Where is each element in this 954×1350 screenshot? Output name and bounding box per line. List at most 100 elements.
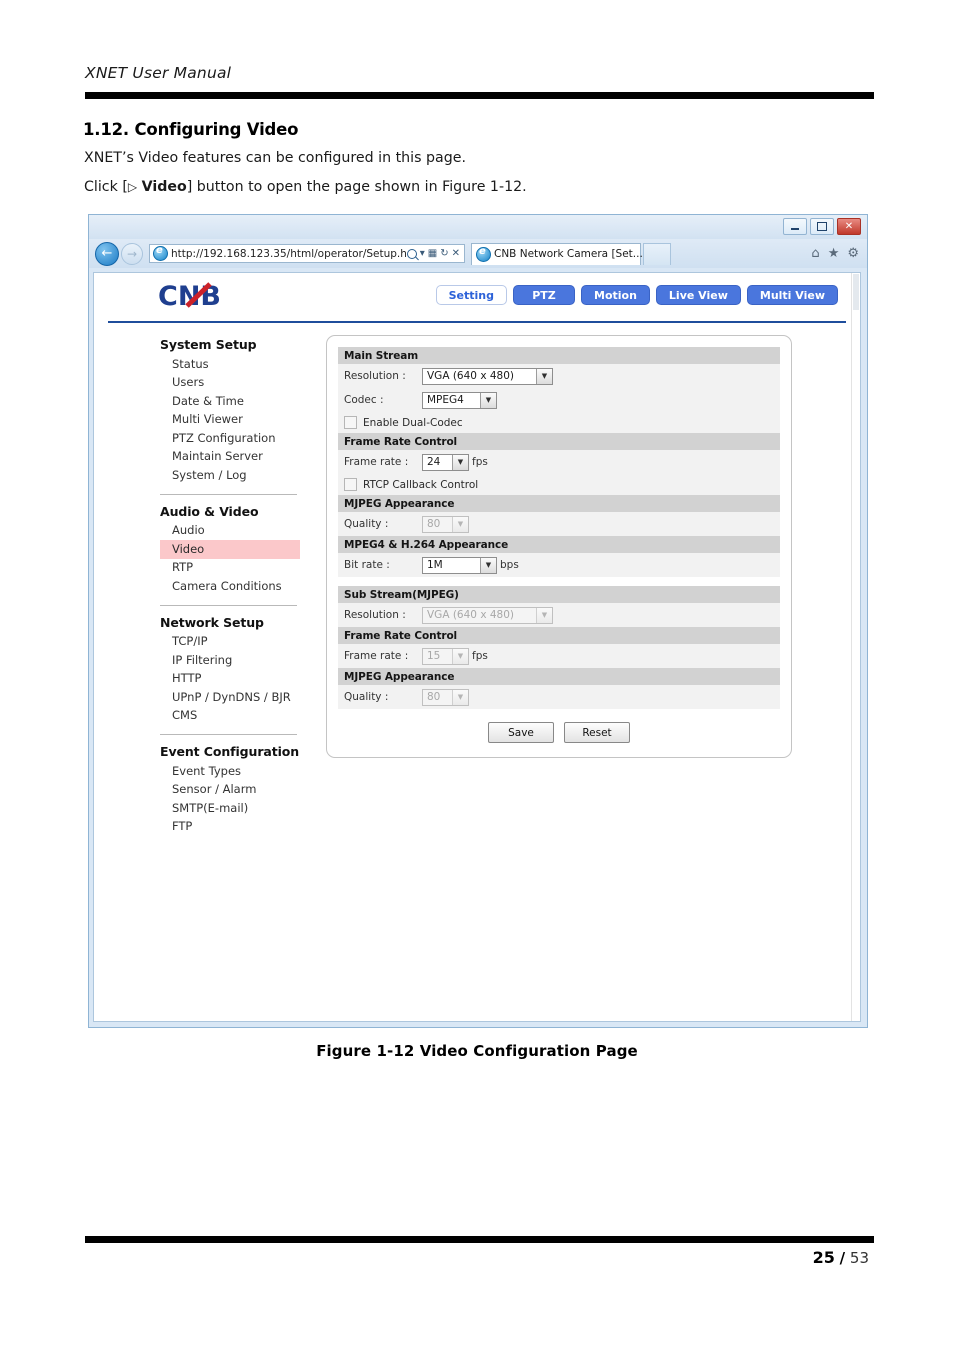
home-icon[interactable]: ⌂ [811,246,819,261]
nav-button-ptz[interactable]: PTZ [513,285,575,305]
panel-action-buttons: Save Reset [338,709,780,745]
sidebar-item-rtp[interactable]: RTP [160,559,300,578]
browser-navigation-bar: ← → http://192.168.123.35/html/operator/… [89,239,867,268]
field-row-main-bit-rate: Bit rate : 1M ▼ bps [338,553,780,577]
sidebar-divider-3 [160,734,297,736]
address-bar-icons: ▾ ▦ ↻ ✕ [406,248,462,259]
sidebar-item-upnp-dyndns-bjr[interactable]: UPnP / DynDNS / BJR [160,688,300,707]
sidebar-item-system-log[interactable]: System / Log [160,466,300,485]
address-bar-url: http://192.168.123.35/html/operator/Setu… [171,247,407,260]
sidebar-divider-2 [160,604,297,606]
sidebar-group-title-event-configuration: Event Configuration [160,744,300,760]
sidebar-item-multi-viewer[interactable]: Multi Viewer [160,411,300,430]
select-main-frame-rate[interactable]: 24 ▼ [422,453,469,471]
sidebar-group-title-system-setup: System Setup [160,337,257,352]
chevron-down-icon: ▼ [536,368,552,384]
select-sub-resolution: VGA (640 x 480) ▼ [422,606,553,624]
scrollbar-thumb[interactable] [853,274,859,310]
address-bar[interactable]: http://192.168.123.35/html/operator/Setu… [149,244,465,263]
select-main-resolution[interactable]: VGA (640 x 480) ▼ [422,367,553,385]
sidebar-item-video[interactable]: Video [160,540,300,559]
browser-toolbar-icons: ⌂ ★ ⚙ [811,246,867,261]
sidebar-item-ftp[interactable]: FTP [160,818,300,837]
select-main-codec[interactable]: MPEG4 ▼ [422,391,497,409]
browser-window: ✕ ← → http://192.168.123.35/html/operato… [88,214,868,1028]
select-sub-resolution-value: VGA (640 x 480) [427,609,515,621]
select-main-bit-rate-value: 1M [427,559,443,571]
sidebar-group-audio-video: Audio & Video Audio Video RTP Camera Con… [160,504,300,596]
select-main-quality: 80 ▼ [422,515,469,533]
sidebar-item-sensor-alarm[interactable]: Sensor / Alarm [160,781,300,800]
checkbox-enable-dual-codec[interactable] [344,416,357,429]
sidebar-item-event-types[interactable]: Event Types [160,762,300,781]
camera-page-header: CNB Setting PTZ Motion Live View Multi V… [108,273,846,323]
footer-rule [85,1236,874,1243]
close-button[interactable]: ✕ [837,218,861,235]
section-header-sub-stream: Sub Stream(MJPEG) [338,586,780,603]
label-main-resolution: Resolution : [344,370,406,382]
compatibility-view-icon[interactable]: ▦ [428,248,437,259]
sidebar-item-ptz-configuration[interactable]: PTZ Configuration [160,429,300,448]
refresh-icon[interactable]: ↻ [440,248,448,259]
sidebar: System Setup Status Users Date & Time Mu… [160,337,300,836]
minimize-button[interactable] [783,218,807,235]
sidebar-item-maintain-server[interactable]: Maintain Server [160,448,300,467]
sidebar-item-users[interactable]: Users [160,374,300,393]
select-main-bit-rate[interactable]: 1M ▼ [422,556,497,574]
favorites-star-icon[interactable]: ★ [828,246,840,261]
section-header-mpeg4-h264-appearance: MPEG4 & H.264 Appearance [338,536,780,553]
maximize-button[interactable] [810,218,834,235]
page-viewport: CNB Setting PTZ Motion Live View Multi V… [93,272,861,1022]
sidebar-item-cms[interactable]: CMS [160,707,300,726]
select-sub-quality-value: 80 [427,691,441,703]
search-icon[interactable] [406,248,417,259]
forward-button[interactable]: → [121,242,143,265]
back-button[interactable]: ← [95,241,119,266]
checkbox-row-rtcp-callback-control[interactable]: RTCP Callback Control [338,474,780,495]
label-sub-quality: Quality : [344,691,389,703]
reset-button[interactable]: Reset [564,722,630,743]
nav-button-setting[interactable]: Setting [435,285,507,305]
sidebar-item-http[interactable]: HTTP [160,670,300,689]
sidebar-item-camera-conditions[interactable]: Camera Conditions [160,577,300,596]
gear-icon[interactable]: ⚙ [847,246,859,261]
chevron-down-icon[interactable]: ▾ [420,248,425,259]
browser-tab[interactable]: CNB Network Camera [Set... × [471,242,656,265]
page-title: 1.12. Configuring Video [83,120,299,139]
figure-caption: Figure 1-12 Video Configuration Page [316,1042,638,1060]
sidebar-item-tcp-ip[interactable]: TCP/IP [160,633,300,652]
label-rtcp-callback-control: RTCP Callback Control [363,478,479,491]
new-tab-button[interactable] [643,242,671,265]
label-sub-frame-rate: Frame rate : [344,650,409,662]
sidebar-item-date-time[interactable]: Date & Time [160,392,300,411]
label-enable-dual-codec: Enable Dual-Codec [363,416,463,429]
nav-button-multi-view[interactable]: Multi View [746,285,838,305]
nav-button-motion[interactable]: Motion [581,285,650,305]
chevron-down-icon: ▼ [452,516,468,532]
stop-icon[interactable]: ✕ [452,248,460,259]
current-page-number: 25 [812,1248,835,1267]
save-button[interactable]: Save [488,722,554,743]
unit-sub-frame-rate: fps [472,650,488,662]
section-header-main-frame-rate-control: Frame Rate Control [338,433,780,450]
field-row-sub-frame-rate: Frame rate : 15 ▼ fps [338,644,780,668]
sidebar-item-audio[interactable]: Audio [160,522,300,541]
field-row-sub-resolution: Resolution : VGA (640 x 480) ▼ [338,603,780,627]
select-sub-frame-rate: 15 ▼ [422,647,469,665]
sidebar-item-status[interactable]: Status [160,355,300,374]
section-header-main-mjpeg-appearance: MJPEG Appearance [338,495,780,512]
sidebar-item-smtp-email[interactable]: SMTP(E-mail) [160,799,300,818]
intro-paragraph: XNET’s Video features can be configured … [84,150,466,166]
label-main-frame-rate: Frame rate : [344,456,409,468]
camera-nav-buttons: Setting PTZ Motion Live View Multi View [435,285,838,305]
sidebar-item-ip-filtering[interactable]: IP Filtering [160,651,300,670]
minimize-icon [791,228,799,230]
nav-button-live-view[interactable]: Live View [655,285,741,305]
triangle-icon: ▷ [127,180,138,194]
checkbox-row-enable-dual-codec[interactable]: Enable Dual-Codec [338,412,780,433]
vertical-scrollbar[interactable] [851,273,860,1021]
checkbox-rtcp-callback-control[interactable] [344,478,357,491]
select-main-resolution-value: VGA (640 x 480) [427,370,515,382]
section-header-sub-frame-rate-control: Frame Rate Control [338,627,780,644]
field-row-sub-quality: Quality : 80 ▼ [338,685,780,709]
